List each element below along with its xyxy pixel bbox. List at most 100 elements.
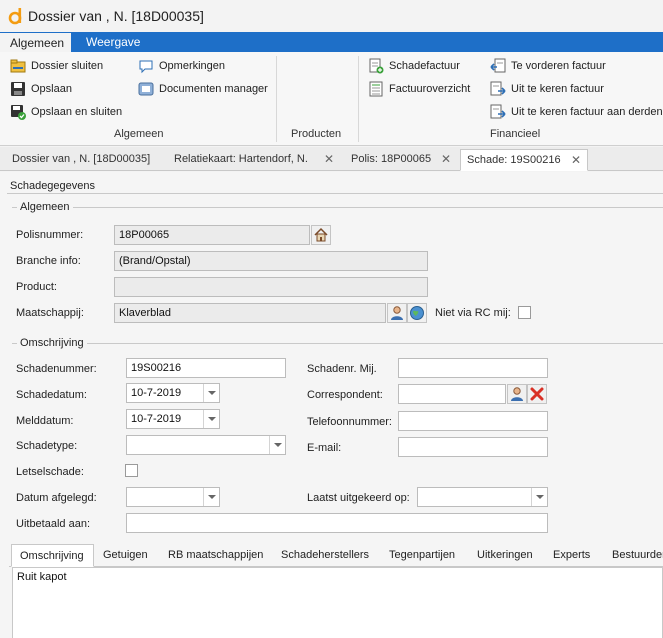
tab-uitkeringen[interactable]: Uitkeringen	[469, 544, 541, 567]
email-field[interactable]	[398, 437, 548, 457]
clear-correspondent-button[interactable]	[527, 384, 547, 404]
close-folder-icon	[10, 59, 26, 73]
uit-te-keren-factuur-aan-derden-button[interactable]: Uit te keren factuur aan derden	[490, 102, 663, 122]
tab-rb-maatschappijen[interactable]: RB maatschappijen	[160, 544, 271, 567]
save-icon	[11, 82, 25, 96]
factuuroverzicht-button[interactable]: Factuuroverzicht	[368, 79, 470, 99]
chevron-down-icon[interactable]	[203, 410, 219, 428]
schadenummer-field[interactable]: 19S00216	[126, 358, 286, 378]
email-label: E-mail:	[307, 442, 342, 454]
select-maatschappij-button[interactable]	[387, 303, 407, 323]
opslaan-button[interactable]: Opslaan	[10, 79, 72, 99]
ribbon-tab-weergave[interactable]: Weergave	[76, 32, 150, 52]
opmerkingen-button[interactable]: Opmerkingen	[138, 56, 225, 76]
niet-via-rc-checkbox[interactable]	[518, 306, 531, 319]
close-icon[interactable]: ✕	[441, 149, 451, 169]
ribbon-separator	[276, 56, 277, 142]
invoice-third-party-icon	[490, 104, 506, 119]
maatschappij-field[interactable]: Klaverblad	[114, 303, 386, 323]
schadefactuur-button[interactable]: Schadefactuur	[368, 56, 460, 76]
polisnummer-label: Polisnummer:	[16, 229, 84, 241]
product-label: Product:	[16, 281, 57, 293]
divider	[12, 207, 663, 208]
dossier-sluiten-label: Dossier sluiten	[31, 60, 104, 72]
dossier-sluiten-button[interactable]: Dossier sluiten	[10, 56, 103, 76]
te-vorderen-factuur-button[interactable]: Te vorderen factuur	[490, 56, 606, 76]
schadenr-mij-field[interactable]	[398, 358, 548, 378]
letselschade-checkbox[interactable]	[125, 464, 138, 477]
tab-experts[interactable]: Experts	[545, 544, 598, 567]
globe-icon	[410, 306, 424, 320]
doc-tab-relatiekaart[interactable]: Relatiekaart: Hartendorf, N. ✕	[168, 149, 340, 171]
datum-afgelegd-picker[interactable]	[126, 487, 220, 507]
tab-bestuurders[interactable]: Bestuurders	[604, 544, 663, 567]
close-icon[interactable]: ✕	[571, 150, 581, 170]
polisnummer-field[interactable]: 18P00065	[114, 225, 310, 245]
ribbon-tab-algemeen[interactable]: Algemeen	[0, 32, 71, 52]
app-logo-icon	[8, 8, 22, 25]
ribbon-group-algemeen-label: Algemeen	[114, 128, 164, 140]
person-icon	[391, 306, 403, 320]
tab-schadeherstellers[interactable]: Schadeherstellers	[273, 544, 377, 567]
web-link-button[interactable]	[407, 303, 427, 323]
close-icon[interactable]: ✕	[324, 149, 334, 169]
telefoonnummer-field[interactable]	[398, 411, 548, 431]
detail-tab-bar: Omschrijving Getuigen RB maatschappijen …	[9, 544, 663, 567]
house-icon	[314, 227, 328, 242]
letselschade-label: Letselschade:	[16, 466, 84, 478]
melddatum-picker[interactable]: 10-7-2019	[126, 409, 220, 429]
melddatum-label: Melddatum:	[16, 415, 74, 427]
documenten-manager-label: Documenten manager	[159, 83, 268, 95]
schadedatum-picker[interactable]: 10-7-2019	[126, 383, 220, 403]
comment-icon	[139, 60, 153, 74]
correspondent-field[interactable]	[398, 384, 506, 404]
title-bar: Dossier van , N. [18D00035]	[0, 0, 663, 32]
uitbetaald-aan-field[interactable]	[126, 513, 548, 533]
laatst-uitgekeerd-picker[interactable]	[417, 487, 548, 507]
doc-tab-dossier[interactable]: Dossier van , N. [18D00035]	[6, 149, 166, 171]
tab-getuigen[interactable]: Getuigen	[95, 544, 156, 567]
schadetype-label: Schadetype:	[16, 440, 78, 452]
maatschappij-label: Maatschappij:	[16, 307, 84, 319]
omschrijving-textarea[interactable]: Ruit kapot	[12, 567, 663, 638]
select-correspondent-button[interactable]	[507, 384, 527, 404]
open-polis-button[interactable]	[311, 225, 331, 245]
schadedatum-value: 10-7-2019	[131, 387, 182, 399]
product-field[interactable]	[114, 277, 428, 297]
datum-afgelegd-label: Datum afgelegd:	[16, 492, 97, 504]
doc-tab-label: Relatiekaart: Hartendorf, N.	[174, 153, 308, 165]
uit-te-keren-factuur-button[interactable]: Uit te keren factuur	[490, 79, 604, 99]
person-icon	[511, 387, 523, 401]
opslaan-label: Opslaan	[31, 83, 72, 95]
tab-tegenpartijen[interactable]: Tegenpartijen	[381, 544, 463, 567]
invoice-incoming-icon	[490, 58, 506, 73]
opmerkingen-label: Opmerkingen	[159, 60, 226, 72]
opslaan-en-sluiten-label: Opslaan en sluiten	[31, 106, 123, 118]
section-title-algemeen: Algemeen	[17, 201, 73, 213]
doc-tab-polis[interactable]: Polis: 18P00065 ✕	[345, 149, 457, 171]
schadenummer-label: Schadenummer:	[16, 363, 97, 375]
tab-omschrijving[interactable]: Omschrijving	[11, 544, 94, 567]
correspondent-label: Correspondent:	[307, 389, 383, 401]
chevron-down-icon[interactable]	[203, 384, 219, 402]
laatst-uitgekeerd-label: Laatst uitgekeerd op:	[307, 492, 410, 504]
divider	[12, 343, 663, 344]
doc-tab-label: Dossier van , N. [18D00035]	[12, 153, 151, 165]
delete-icon	[530, 387, 544, 401]
invoice-add-icon	[369, 58, 384, 74]
doc-tab-schade[interactable]: Schade: 19S00216 ✕	[460, 149, 588, 171]
chevron-down-icon[interactable]	[203, 488, 219, 506]
document-manager-icon	[138, 82, 154, 96]
invoice-outgoing-icon	[490, 81, 506, 96]
invoice-list-icon	[369, 81, 383, 97]
opslaan-en-sluiten-button[interactable]: Opslaan en sluiten	[10, 102, 122, 122]
schadetype-select[interactable]	[126, 435, 286, 455]
chevron-down-icon[interactable]	[269, 436, 285, 454]
ribbon-group-producten-label: Producten	[291, 128, 342, 140]
documenten-manager-button[interactable]: Documenten manager	[138, 79, 268, 99]
ribbon-separator	[358, 56, 359, 142]
branche-info-label: Branche info:	[16, 255, 81, 267]
te-vorderen-factuur-label: Te vorderen factuur	[511, 60, 606, 72]
chevron-down-icon[interactable]	[531, 488, 547, 506]
branche-info-field[interactable]: (Brand/Opstal)	[114, 251, 428, 271]
